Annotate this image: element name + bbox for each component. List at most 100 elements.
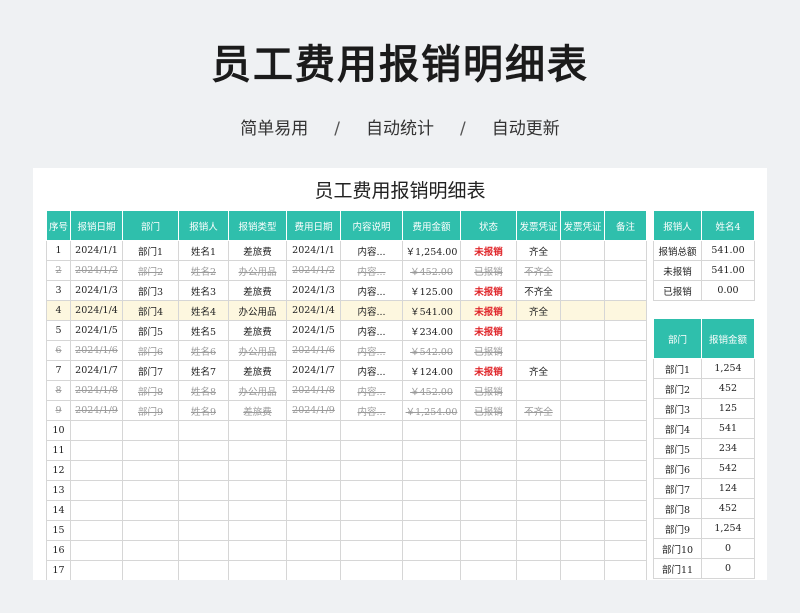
cell-note[interactable] [604,240,647,261]
cell-fdate[interactable] [286,540,341,561]
cell-invoice[interactable] [516,340,561,361]
cell-fdate[interactable] [286,500,341,521]
cell-invoice2[interactable] [560,480,605,501]
cell-desc[interactable] [340,460,403,481]
cell-no[interactable]: 13 [46,480,71,501]
cell-type[interactable]: 差旅费 [228,360,287,381]
cell-type[interactable]: 差旅费 [228,240,287,261]
cell-amount[interactable]: ￥1,254.00 [402,240,461,261]
cell-person[interactable] [178,440,229,461]
cell-desc[interactable]: 内容... [340,380,403,401]
cell-fdate[interactable]: 2024/1/4 [286,300,341,321]
cell-desc[interactable] [340,440,403,461]
cell-desc[interactable]: 内容... [340,360,403,381]
cell-amount[interactable]: ￥234.00 [402,320,461,341]
cell-note[interactable] [604,480,647,501]
cell-status[interactable]: 已报销 [460,380,517,401]
cell-invoice[interactable]: 不齐全 [516,280,561,301]
cell-status[interactable]: 未报销 [460,320,517,341]
cell-dept[interactable]: 部门6 [122,340,179,361]
cell-status[interactable]: 未报销 [460,280,517,301]
cell-dept[interactable] [122,500,179,521]
cell-fdate[interactable]: 2024/1/7 [286,360,341,381]
cell-person[interactable] [178,560,229,580]
cell-amount[interactable] [402,520,461,541]
cell-amount[interactable] [402,480,461,501]
cell-date[interactable] [70,500,123,521]
cell-no[interactable]: 10 [46,420,71,441]
cell-invoice[interactable] [516,520,561,541]
cell-invoice2[interactable] [560,440,605,461]
cell-person[interactable]: 姓名8 [178,380,229,401]
cell-type[interactable] [228,480,287,501]
cell-dept[interactable] [122,540,179,561]
cell-no[interactable]: 11 [46,440,71,461]
cell-fdate[interactable] [286,560,341,580]
cell-invoice[interactable]: 齐全 [516,240,561,261]
cell-amount[interactable]: ￥1,254.00 [402,400,461,421]
cell-no[interactable]: 16 [46,540,71,561]
cell-date[interactable] [70,420,123,441]
cell-no[interactable]: 17 [46,560,71,580]
cell-invoice2[interactable] [560,240,605,261]
cell-type[interactable] [228,500,287,521]
cell-fdate[interactable]: 2024/1/6 [286,340,341,361]
cell-status[interactable] [460,540,517,561]
cell-note[interactable] [604,320,647,341]
cell-note[interactable] [604,420,647,441]
cell-type[interactable] [228,440,287,461]
cell-invoice[interactable] [516,460,561,481]
cell-note[interactable] [604,460,647,481]
cell-status[interactable] [460,440,517,461]
cell-no[interactable]: 12 [46,460,71,481]
cell-amount[interactable] [402,560,461,580]
cell-status[interactable] [460,560,517,580]
cell-dept[interactable] [122,460,179,481]
cell-desc[interactable] [340,520,403,541]
cell-amount[interactable]: ￥452.00 [402,380,461,401]
cell-invoice[interactable] [516,500,561,521]
cell-fdate[interactable]: 2024/1/9 [286,400,341,421]
cell-note[interactable] [604,400,647,421]
cell-amount[interactable]: ￥125.00 [402,280,461,301]
cell-desc[interactable]: 内容... [340,400,403,421]
cell-desc[interactable] [340,420,403,441]
cell-invoice[interactable] [516,420,561,441]
cell-person[interactable]: 姓名5 [178,320,229,341]
cell-invoice[interactable] [516,480,561,501]
cell-dept[interactable] [122,520,179,541]
cell-date[interactable] [70,460,123,481]
cell-person[interactable] [178,540,229,561]
cell-person[interactable] [178,460,229,481]
cell-amount[interactable]: ￥542.00 [402,340,461,361]
summary-person-select[interactable]: 姓名4 [701,210,755,241]
cell-person[interactable] [178,520,229,541]
cell-note[interactable] [604,300,647,321]
cell-fdate[interactable] [286,480,341,501]
cell-desc[interactable]: 内容... [340,340,403,361]
cell-amount[interactable] [402,500,461,521]
cell-status[interactable] [460,500,517,521]
cell-invoice[interactable]: 不齐全 [516,260,561,281]
cell-dept[interactable]: 部门9 [122,400,179,421]
cell-no[interactable]: 9 [46,400,71,421]
cell-date[interactable] [70,540,123,561]
cell-date[interactable]: 2024/1/4 [70,300,123,321]
cell-type[interactable]: 差旅费 [228,400,287,421]
cell-date[interactable]: 2024/1/1 [70,240,123,261]
cell-date[interactable]: 2024/1/7 [70,360,123,381]
cell-desc[interactable] [340,540,403,561]
cell-dept[interactable] [122,420,179,441]
cell-invoice[interactable] [516,380,561,401]
cell-person[interactable]: 姓名6 [178,340,229,361]
cell-note[interactable] [604,380,647,401]
cell-date[interactable] [70,440,123,461]
cell-desc[interactable]: 内容... [340,240,403,261]
cell-amount[interactable] [402,440,461,461]
cell-type[interactable]: 办公用品 [228,300,287,321]
cell-type[interactable]: 办公用品 [228,380,287,401]
cell-person[interactable] [178,480,229,501]
cell-note[interactable] [604,280,647,301]
cell-note[interactable] [604,500,647,521]
cell-type[interactable] [228,540,287,561]
